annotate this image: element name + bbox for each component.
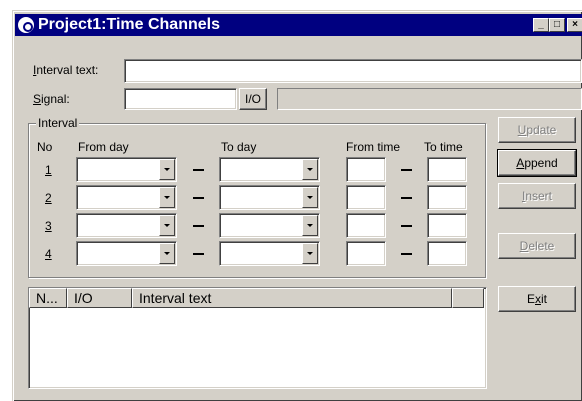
row-number-4: 4 xyxy=(45,247,52,261)
list-header-io[interactable]: I/O xyxy=(67,288,132,308)
minimize-button[interactable]: _ xyxy=(533,18,549,32)
range-dash xyxy=(193,169,204,171)
to-day-select-1[interactable] xyxy=(219,157,320,182)
from-time-input-2[interactable] xyxy=(346,185,386,210)
from-day-select-3[interactable] xyxy=(76,213,177,238)
chevron-down-icon[interactable] xyxy=(159,215,175,236)
to-day-select-3[interactable] xyxy=(219,213,320,238)
list-header-no[interactable]: N... xyxy=(29,288,67,308)
chevron-down-icon[interactable] xyxy=(159,159,175,180)
insert-button[interactable]: Insert xyxy=(498,183,576,209)
list-header-extra[interactable] xyxy=(452,288,484,308)
close-button[interactable]: × xyxy=(567,18,582,32)
exit-button[interactable]: Exit xyxy=(498,286,576,312)
col-header-no: No xyxy=(37,140,53,154)
row-number-1: 1 xyxy=(45,163,52,177)
to-time-input-4[interactable] xyxy=(427,241,467,266)
from-time-input-3[interactable] xyxy=(346,213,386,238)
signal-label: Signal: xyxy=(33,92,70,106)
title-bar[interactable]: Project1:Time Channels _ □ × xyxy=(15,14,582,36)
range-dash xyxy=(193,197,204,199)
signal-io-button[interactable]: I/O xyxy=(239,88,267,110)
col-header-from-time: From time xyxy=(346,140,400,154)
range-dash xyxy=(401,253,412,255)
app-icon[interactable] xyxy=(18,17,34,33)
maximize-button[interactable]: □ xyxy=(549,18,565,32)
chevron-down-icon[interactable] xyxy=(302,159,318,180)
col-header-to-time: To time xyxy=(424,140,463,154)
chevron-down-icon[interactable] xyxy=(159,187,175,208)
interval-list[interactable]: N... I/O Interval text xyxy=(28,287,487,389)
from-day-select-4[interactable] xyxy=(76,241,177,266)
update-button[interactable]: Update xyxy=(498,117,576,143)
row-number-2: 2 xyxy=(45,191,52,205)
to-time-input-3[interactable] xyxy=(427,213,467,238)
range-dash xyxy=(401,197,412,199)
chevron-down-icon[interactable] xyxy=(302,187,318,208)
from-time-input-1[interactable] xyxy=(346,157,386,182)
to-day-select-2[interactable] xyxy=(219,185,320,210)
interval-text-input[interactable] xyxy=(124,59,582,83)
range-dash xyxy=(193,253,204,255)
to-time-input-1[interactable] xyxy=(427,157,467,182)
range-dash xyxy=(193,225,204,227)
from-time-input-4[interactable] xyxy=(346,241,386,266)
chevron-down-icon[interactable] xyxy=(302,243,318,264)
row-number-3: 3 xyxy=(45,219,52,233)
range-dash xyxy=(401,169,412,171)
interval-group-legend: Interval xyxy=(36,116,80,130)
col-header-to-day: To day xyxy=(221,140,257,154)
chevron-down-icon[interactable] xyxy=(302,215,318,236)
delete-button[interactable]: Delete xyxy=(498,233,576,259)
to-time-input-2[interactable] xyxy=(427,185,467,210)
to-day-select-4[interactable] xyxy=(219,241,320,266)
list-header-interval-text[interactable]: Interval text xyxy=(132,288,452,308)
from-day-select-1[interactable] xyxy=(76,157,177,182)
chevron-down-icon[interactable] xyxy=(159,243,175,264)
from-day-select-2[interactable] xyxy=(76,185,177,210)
interval-text-label: Interval text: xyxy=(33,63,99,77)
signal-input[interactable] xyxy=(124,88,237,110)
col-header-from-day: From day xyxy=(78,140,129,154)
window-title: Project1:Time Channels xyxy=(38,16,220,33)
signal-description xyxy=(277,88,582,110)
append-button[interactable]: Append xyxy=(497,149,577,177)
range-dash xyxy=(401,225,412,227)
